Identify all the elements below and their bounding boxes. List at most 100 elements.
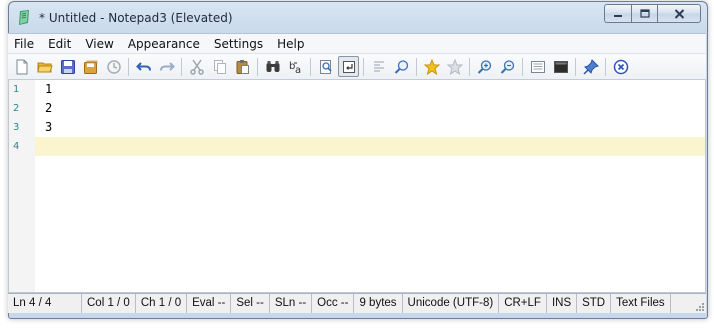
status-lexer[interactable]: Text Files [611,294,671,313]
menu-help[interactable]: Help [270,35,311,53]
status-column[interactable]: Col 1 / 0 [82,294,136,313]
wrap-indent-icon [373,60,384,72]
close-icon [674,8,684,19]
save-button[interactable] [57,56,78,77]
status-selection[interactable]: Sel -- [231,294,270,313]
word-wrap-icon [342,60,355,73]
status-encoding[interactable]: Unicode (UTF-8) [403,294,500,313]
menu-view[interactable]: View [78,35,120,53]
copy-button[interactable] [209,56,230,77]
add-favorite-icon [446,58,463,75]
new-file-button[interactable] [11,56,32,77]
zoom-in-icon [477,59,491,74]
current-line[interactable]: 4 [9,137,705,156]
toolbar: ba [8,53,706,80]
line-number: 3 [13,122,20,133]
save-icon [60,59,75,74]
editor-area[interactable]: 1 1 2 2 3 3 4 [8,80,706,293]
scheme-button[interactable] [527,56,548,77]
status-char[interactable]: Ch 1 / 0 [136,294,188,313]
open-folder-icon [36,62,53,72]
zoom-find-button[interactable] [391,56,412,77]
window-title: * Untitled - Notepad3 (Elevated) [39,11,233,25]
editor-line[interactable]: 3 3 [9,118,705,137]
menu-file[interactable]: File [8,35,41,53]
zoom-in-button[interactable] [474,56,495,77]
line-number: 2 [13,103,20,114]
svg-text:a: a [295,65,301,75]
zoom-out-button[interactable] [497,56,518,77]
word-wrap-button[interactable] [338,56,359,77]
toolbar-separator [181,57,182,76]
menu-appearance[interactable]: Appearance [121,35,207,53]
cut-button[interactable] [186,56,207,77]
zoom-find-icon [394,59,408,74]
favorites-button[interactable] [421,56,442,77]
status-eval[interactable]: Eval -- [187,294,232,313]
find-icon [266,60,279,72]
line-text: 2 [45,101,53,115]
replace-button[interactable]: ba [285,56,306,77]
toolbar-separator [522,57,523,76]
paste-button[interactable] [232,56,253,77]
goto-button[interactable] [315,56,336,77]
pin-button[interactable] [580,56,601,77]
line-number: 4 [9,137,35,156]
close-button[interactable] [657,4,701,23]
pin-icon [582,58,599,75]
status-eol[interactable]: CR+LF [499,294,547,313]
toolbar-separator [363,57,364,76]
save-as-button[interactable] [80,56,101,77]
paste-icon [236,59,249,74]
minimize-button[interactable] [604,4,631,23]
new-file-icon [16,59,27,74]
title-bar[interactable]: * Untitled - Notepad3 (Elevated) [9,2,707,34]
save-as-icon [83,60,97,74]
customize-button[interactable] [550,56,571,77]
menu-bar: File Edit View Appearance Settings Help [8,33,706,53]
caption-buttons [604,4,701,24]
scheme-icon [530,60,545,73]
toolbar-separator [469,57,470,76]
zoom-out-icon [500,59,514,74]
status-bar: Ln 4 / 4 Col 1 / 0 Ch 1 / 0 Eval -- Sel … [8,293,706,313]
toolbar-separator [416,57,417,76]
browse-icon [106,59,121,74]
status-insert-mode[interactable]: INS [547,294,578,313]
goto-icon [319,59,332,74]
maximize-button[interactable] [631,4,657,23]
status-size[interactable]: 9 bytes [354,294,403,313]
cut-icon [189,59,204,75]
resize-grip-icon[interactable] [695,302,705,312]
toolbar-separator [605,57,606,76]
menu-settings[interactable]: Settings [207,35,270,53]
status-line[interactable]: Ln 4 / 4 [8,294,82,313]
status-selected-lines[interactable]: SLn -- [270,294,313,313]
find-button[interactable] [262,56,283,77]
redo-button[interactable] [156,56,177,77]
exit-icon [613,59,628,74]
favorite-icon [423,58,440,75]
undo-button[interactable] [133,56,154,77]
line-text: 1 [45,82,53,96]
browse-button[interactable] [103,56,124,77]
exit-button[interactable] [610,56,631,77]
redo-icon [159,61,175,71]
editor-line[interactable]: 1 1 [9,80,705,99]
status-mode[interactable]: STD [577,294,612,313]
toolbar-separator [310,57,311,76]
toolbar-separator [128,57,129,76]
toolbar-separator [257,57,258,76]
notepad3-icon[interactable] [17,10,31,26]
replace-icon: ba [289,61,301,75]
wrap-indent-button[interactable] [368,56,389,77]
customize-icon [553,60,568,73]
menu-edit[interactable]: Edit [41,35,78,53]
maximize-icon [639,9,650,18]
open-button[interactable] [34,56,55,77]
copy-icon [213,59,226,74]
editor-line[interactable]: 2 2 [9,99,705,118]
add-favorite-button[interactable] [444,56,465,77]
status-occurrences[interactable]: Occ -- [312,294,355,313]
minimize-icon [614,14,622,17]
